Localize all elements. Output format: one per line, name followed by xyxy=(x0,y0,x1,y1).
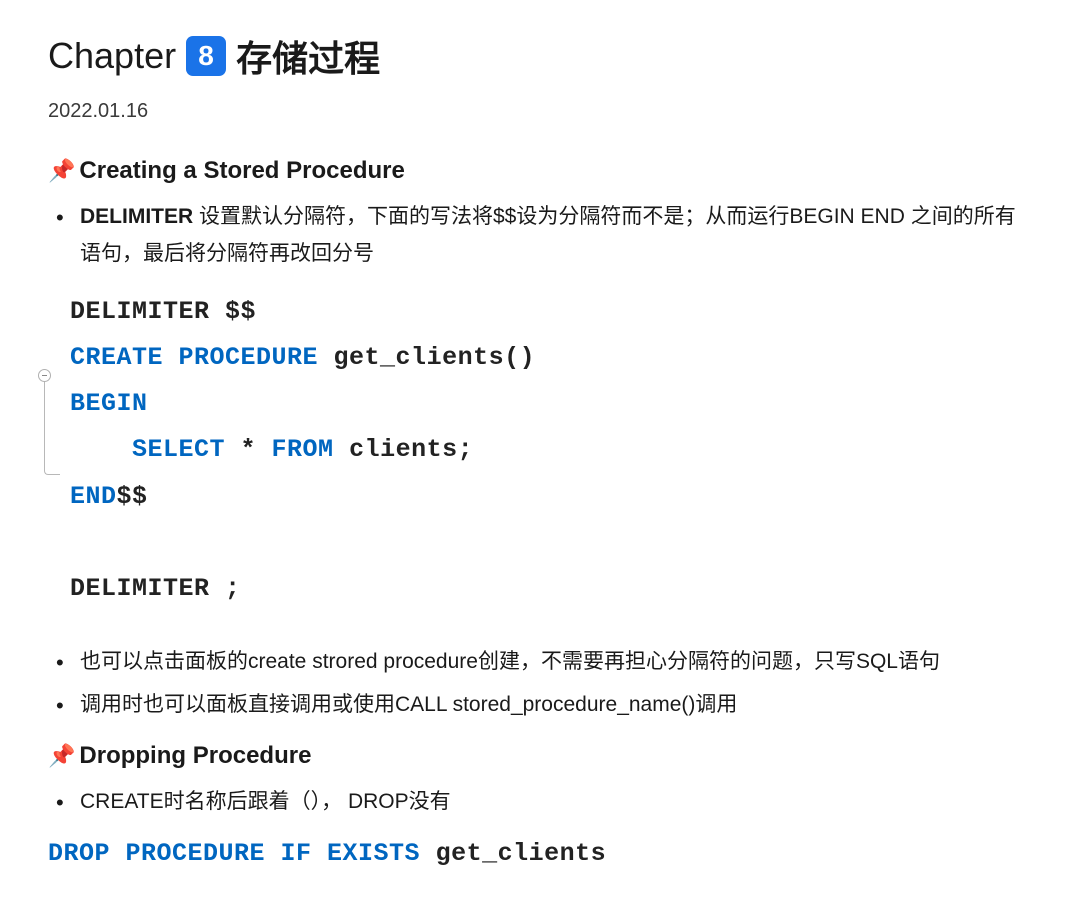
code-token: $$ xyxy=(117,482,148,511)
section-heading-creating: 📌 Creating a Stored Procedure xyxy=(48,157,1032,185)
code-token: get_clients() xyxy=(318,343,535,372)
code-token: DELIMITER xyxy=(70,574,210,603)
code-token: get_clients xyxy=(420,839,606,868)
code-token: clients; xyxy=(334,435,474,464)
pushpin-icon: 📌 xyxy=(48,158,75,184)
list-item-text: 也可以点击面板的create strored procedure创建，不需要再担… xyxy=(80,650,940,673)
list-item-text: 设置默认分隔符，下面的写法将$$设为分隔符而不是；从而运行BEGIN END 之… xyxy=(80,205,1016,265)
list-item: 调用时也可以面板直接调用或使用CALL stored_procedure_nam… xyxy=(74,687,1032,724)
bullet-list-2: CREATE时名称后跟着（）， DROP没有 xyxy=(48,784,1032,821)
code-keyword: CREATE PROCEDURE xyxy=(70,343,318,372)
section-heading-text: Creating a Stored Procedure xyxy=(79,157,404,185)
code-token: $$ xyxy=(210,297,257,326)
list-item: CREATE时名称后跟着（）， DROP没有 xyxy=(74,784,1032,821)
code-keyword: SELECT xyxy=(70,435,225,464)
date-text: 2022.01.16 xyxy=(48,100,1032,123)
list-item-text: 调用时也可以面板直接调用或使用CALL stored_procedure_nam… xyxy=(80,693,737,716)
code-keyword: BEGIN xyxy=(70,389,148,418)
list-item: DELIMITER 设置默认分隔符，下面的写法将$$设为分隔符而不是；从而运行B… xyxy=(74,199,1032,273)
page-title: 存储过程 xyxy=(236,30,380,82)
bullet-list-1b: 也可以点击面板的create strored procedure创建，不需要再担… xyxy=(48,644,1032,724)
fold-toggle-icon[interactable] xyxy=(38,369,51,382)
list-item: 也可以点击面板的create strored procedure创建，不需要再担… xyxy=(74,644,1032,681)
code-token: * xyxy=(225,435,272,464)
code-keyword: END xyxy=(70,482,117,511)
chapter-number-badge: 8 xyxy=(186,36,226,76)
bullet-list-1a: DELIMITER 设置默认分隔符，下面的写法将$$设为分隔符而不是；从而运行B… xyxy=(48,199,1032,273)
list-item-text: CREATE时名称后跟着（）， DROP没有 xyxy=(80,790,451,813)
code-keyword: DROP PROCEDURE IF EXISTS xyxy=(48,839,420,868)
code-block-create-procedure: DELIMITER $$ CREATE PROCEDURE get_client… xyxy=(48,283,1032,619)
chapter-label: Chapter xyxy=(48,35,176,77)
code-token: DELIMITER xyxy=(70,297,210,326)
list-item-bold: DELIMITER xyxy=(80,205,193,228)
code-keyword: FROM xyxy=(272,435,334,464)
code-token: ; xyxy=(210,574,241,603)
pushpin-icon: 📌 xyxy=(48,743,75,769)
page-title-row: Chapter 8 存储过程 xyxy=(48,30,1032,82)
section-heading-dropping: 📌 Dropping Procedure xyxy=(48,742,1032,770)
fold-gutter-line xyxy=(44,377,60,475)
section-heading-text: Dropping Procedure xyxy=(79,742,311,770)
